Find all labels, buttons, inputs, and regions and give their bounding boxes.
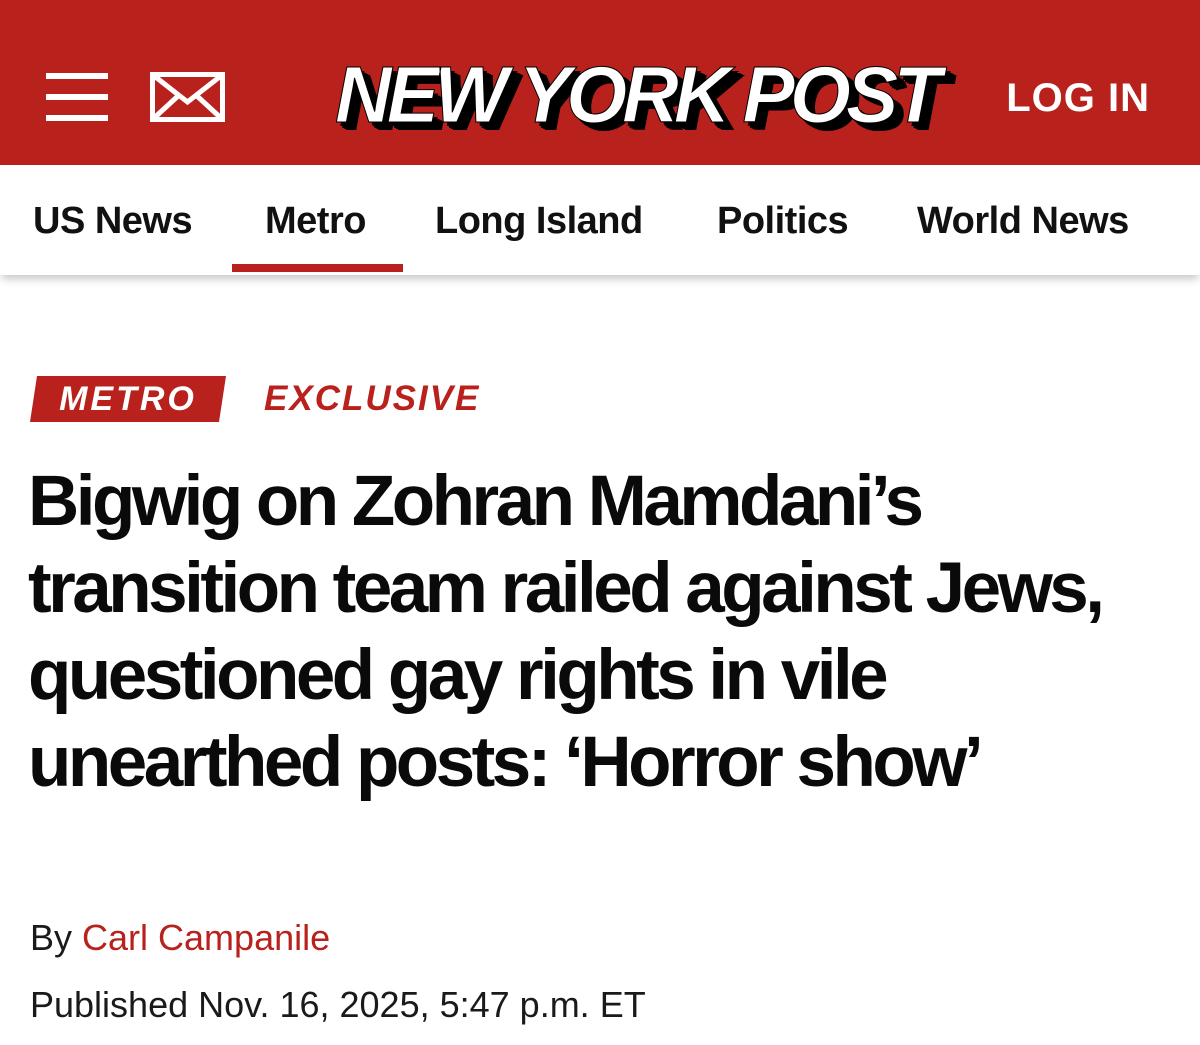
site-logo[interactable]: NEW YORK POST bbox=[335, 50, 942, 145]
nav-item-us-news[interactable]: US News bbox=[33, 200, 193, 243]
section-nav: US News Metro Long Island Politics World… bbox=[0, 165, 1200, 275]
active-nav-indicator bbox=[232, 264, 403, 272]
nav-item-politics[interactable]: Politics bbox=[717, 200, 849, 243]
logo-text: NEW YORK POST bbox=[335, 50, 942, 140]
byline: By Carl Campanile bbox=[30, 917, 330, 959]
section-tag[interactable]: METRO bbox=[30, 376, 226, 422]
site-header: NEW YORK POST LOG IN bbox=[0, 0, 1200, 165]
publish-date: Published Nov. 16, 2025, 5:47 p.m. ET bbox=[30, 984, 646, 1025]
section-tag-label: METRO bbox=[59, 380, 197, 418]
login-button[interactable]: LOG IN bbox=[1006, 76, 1150, 121]
envelope-icon[interactable] bbox=[150, 72, 225, 122]
article-headline: Bigwig on Zohran Mamdani’s transition te… bbox=[28, 462, 1105, 802]
nav-item-metro[interactable]: Metro bbox=[265, 200, 366, 243]
author-link[interactable]: Carl Campanile bbox=[82, 917, 330, 958]
hamburger-menu-icon[interactable] bbox=[46, 73, 108, 121]
byline-prefix: By bbox=[30, 917, 73, 958]
exclusive-tag: EXCLUSIVE bbox=[264, 379, 481, 418]
nav-item-world-news[interactable]: World News bbox=[917, 200, 1129, 243]
nav-item-long-island[interactable]: Long Island bbox=[435, 200, 643, 243]
